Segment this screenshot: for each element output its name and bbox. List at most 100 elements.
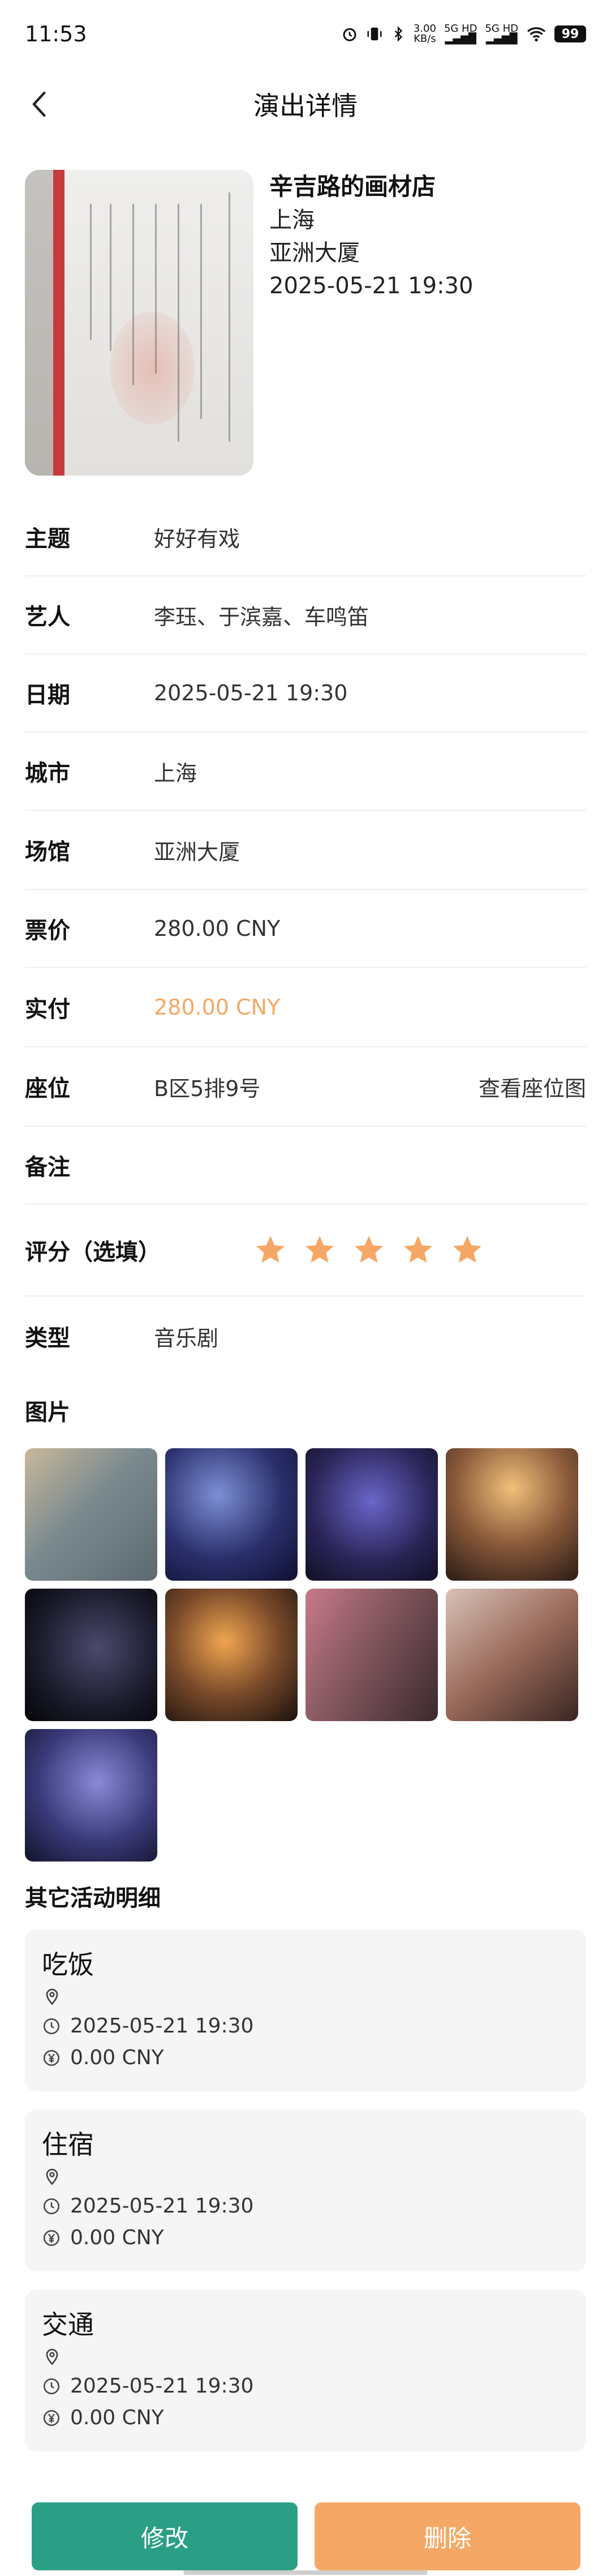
activity-time: 2025-05-21 19:30 bbox=[42, 2194, 253, 2218]
activity-time-value: 2025-05-21 19:30 bbox=[70, 2194, 254, 2218]
row-value: 上海 bbox=[154, 760, 197, 786]
row-rating: 评分（选填） bbox=[25, 1205, 586, 1296]
row-label: 评分（选填） bbox=[25, 1239, 161, 1265]
photo-thumbnail[interactable] bbox=[25, 1589, 157, 1721]
clock-icon bbox=[43, 2378, 60, 2394]
photo-thumbnail[interactable] bbox=[25, 1448, 157, 1581]
row-label: 票价 bbox=[25, 918, 70, 944]
star-icon[interactable] bbox=[303, 1233, 337, 1267]
ticket-image[interactable] bbox=[25, 170, 253, 476]
yen-icon bbox=[43, 2410, 60, 2426]
photo-thumbnail[interactable] bbox=[165, 1589, 298, 1721]
location-icon bbox=[46, 2348, 58, 2365]
nav-header: 演出详情 bbox=[0, 68, 611, 140]
location-icon bbox=[46, 2168, 58, 2185]
row-value: B区5排9号 bbox=[154, 1076, 261, 1101]
activity-cost-value: 0.00 CNY bbox=[70, 2226, 164, 2249]
activity-card[interactable]: 交通 2025-05-21 19:30 0.00 CNY bbox=[25, 2290, 586, 2451]
show-venue: 亚洲大厦 bbox=[269, 240, 360, 266]
activity-time-value: 2025-05-21 19:30 bbox=[70, 2014, 254, 2038]
star-icon[interactable] bbox=[450, 1233, 484, 1267]
clock-icon bbox=[43, 2018, 60, 2034]
delete-button[interactable]: 删除 bbox=[315, 2502, 580, 2570]
activity-cost: 0.00 CNY bbox=[42, 2226, 164, 2249]
photo-thumbnail[interactable] bbox=[165, 1448, 298, 1581]
row-value: 2025-05-21 19:30 bbox=[154, 681, 348, 705]
status-icons: 3.00 KB/s 5G HD ▂▄▆█ 5G HD ▂▄▆█ 99 bbox=[341, 24, 586, 44]
row-value: 李珏、于滨嘉、车鸣笛 bbox=[154, 604, 369, 630]
row-seat: 座位 B区5排9号 查看座位图 bbox=[25, 1047, 586, 1127]
wifi-icon bbox=[527, 27, 546, 42]
row-paid: 实付 280.00 CNY bbox=[25, 968, 586, 1047]
bluetooth-icon bbox=[394, 26, 402, 42]
row-value: 亚洲大厦 bbox=[154, 839, 240, 865]
activity-card[interactable]: 住宿 2025-05-21 19:30 0.00 CNY bbox=[25, 2109, 586, 2271]
show-datetime: 2025-05-21 19:30 bbox=[269, 273, 474, 299]
activity-cost: 0.00 CNY bbox=[42, 2406, 164, 2429]
signal-2-icon: 5G HD ▂▄▆█ bbox=[485, 23, 518, 45]
star-icon[interactable] bbox=[253, 1233, 287, 1267]
row-type: 类型 音乐剧 bbox=[25, 1296, 586, 1376]
row-value: 280.00 CNY bbox=[154, 916, 281, 941]
clock-icon bbox=[43, 2198, 60, 2214]
yen-icon bbox=[43, 2049, 60, 2066]
signal-1-icon: 5G HD ▂▄▆█ bbox=[444, 23, 477, 45]
row-value: 好好有戏 bbox=[154, 526, 240, 551]
home-indicator[interactable] bbox=[183, 2570, 428, 2575]
yen-icon bbox=[43, 2230, 60, 2246]
activity-cost: 0.00 CNY bbox=[42, 2046, 164, 2069]
battery-icon: 99 bbox=[554, 25, 586, 42]
view-seat-map-link[interactable]: 查看座位图 bbox=[479, 1071, 586, 1102]
status-bar: 11:53 3.00 KB/s 5G HD ▂▄▆█ 5G HD ▂▄▆█ 99 bbox=[0, 0, 611, 68]
net-speed: 3.00 KB/s bbox=[413, 23, 436, 45]
activity-time-value: 2025-05-21 19:30 bbox=[70, 2374, 254, 2398]
photo-thumbnail[interactable] bbox=[446, 1448, 578, 1581]
row-price: 票价 280.00 CNY bbox=[25, 890, 586, 968]
rating-stars[interactable] bbox=[253, 1233, 484, 1267]
activity-card[interactable]: 吃饭 2025-05-21 19:30 0.00 CNY bbox=[25, 1929, 586, 2091]
photo-thumbnail[interactable] bbox=[306, 1448, 438, 1581]
photo-gallery bbox=[25, 1448, 591, 1867]
action-bar: 修改 删除 bbox=[0, 2480, 611, 2576]
star-icon[interactable] bbox=[401, 1233, 435, 1267]
photo-thumbnail[interactable] bbox=[446, 1589, 578, 1721]
row-label: 场馆 bbox=[25, 839, 70, 865]
row-label: 实付 bbox=[25, 996, 70, 1022]
gallery-label: 图片 bbox=[25, 1400, 70, 1426]
vibrate-icon bbox=[367, 27, 382, 41]
row-label: 备注 bbox=[25, 1154, 70, 1180]
row-label: 艺人 bbox=[25, 604, 70, 630]
row-label: 城市 bbox=[25, 760, 70, 786]
row-city: 城市 上海 bbox=[25, 733, 586, 811]
row-note: 备注 bbox=[25, 1127, 586, 1205]
row-label: 日期 bbox=[25, 682, 70, 708]
activity-cost-value: 0.00 CNY bbox=[70, 2046, 164, 2069]
row-value: 280.00 CNY bbox=[154, 995, 281, 1020]
row-venue: 场馆 亚洲大厦 bbox=[25, 811, 586, 890]
edit-button[interactable]: 修改 bbox=[32, 2502, 298, 2570]
activity-title: 住宿 bbox=[42, 2129, 94, 2160]
row-label: 类型 bbox=[25, 1325, 70, 1351]
row-value: 音乐剧 bbox=[154, 1325, 219, 1351]
row-theme: 主题 好好有戏 bbox=[25, 498, 586, 576]
activity-title: 吃饭 bbox=[42, 1949, 94, 1980]
show-title: 辛吉路的画材店 bbox=[269, 173, 436, 200]
row-artists: 艺人 李珏、于滨嘉、车鸣笛 bbox=[25, 576, 586, 654]
activity-cost-value: 0.00 CNY bbox=[70, 2406, 164, 2429]
star-icon[interactable] bbox=[352, 1233, 386, 1267]
chevron-left-icon bbox=[32, 91, 46, 117]
page-title: 演出详情 bbox=[253, 91, 358, 121]
activity-time: 2025-05-21 19:30 bbox=[42, 2374, 253, 2398]
activities-label: 其它活动明细 bbox=[25, 1885, 161, 1911]
row-date: 日期 2025-05-21 19:30 bbox=[25, 654, 586, 733]
row-label: 主题 bbox=[25, 526, 70, 552]
photo-thumbnail[interactable] bbox=[25, 1729, 157, 1862]
location-icon bbox=[46, 1988, 58, 2005]
status-time: 11:53 bbox=[25, 22, 87, 46]
activity-time: 2025-05-21 19:30 bbox=[42, 2014, 253, 2038]
show-summary: 辛吉路的画材店 上海 亚洲大厦 2025-05-21 19:30 bbox=[25, 170, 591, 476]
activity-title: 交通 bbox=[42, 2309, 94, 2340]
photo-thumbnail[interactable] bbox=[306, 1589, 438, 1721]
back-button[interactable] bbox=[23, 87, 57, 121]
row-label: 座位 bbox=[25, 1076, 70, 1102]
